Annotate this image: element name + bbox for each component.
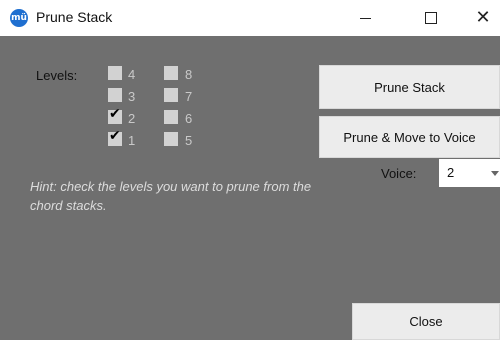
level-2-label: 2 xyxy=(128,111,136,126)
levels-label: Levels: xyxy=(36,68,78,83)
maximize-button[interactable] xyxy=(408,0,454,36)
close-icon: ✕ xyxy=(475,7,491,28)
level-1-checkbox[interactable]: ✔ xyxy=(108,128,122,146)
close-button[interactable]: Close xyxy=(352,303,500,340)
close-window-button[interactable]: ✕ xyxy=(460,0,500,36)
level-3-checkbox[interactable] xyxy=(108,88,122,102)
voice-selected-value: 2 xyxy=(447,165,455,180)
musescore-app-icon: mü xyxy=(10,9,28,27)
voice-label: Voice: xyxy=(381,166,417,181)
checkmark-icon: ✔ xyxy=(109,106,121,122)
voice-dropdown[interactable]: 2 xyxy=(439,159,500,187)
checkmark-icon: ✔ xyxy=(109,128,121,144)
level-1-label: 1 xyxy=(128,133,136,148)
level-8-checkbox[interactable] xyxy=(164,66,178,80)
level-7-label: 7 xyxy=(185,89,193,104)
prune-stack-button[interactable]: Prune Stack xyxy=(319,65,500,109)
level-7-checkbox[interactable] xyxy=(164,88,178,102)
minimize-icon xyxy=(359,17,371,19)
prune-stack-dialog: mü Prune Stack ✕ Levels: 4 3 ✔ 2 ✔ 1 8 7… xyxy=(0,0,500,340)
hint-text: Hint: check the levels you want to prune… xyxy=(30,179,312,213)
level-5-checkbox[interactable] xyxy=(164,132,178,146)
window-title: Prune Stack xyxy=(36,9,113,25)
level-6-checkbox[interactable] xyxy=(164,110,178,124)
level-2-checkbox[interactable]: ✔ xyxy=(108,106,122,124)
chevron-down-icon xyxy=(491,171,499,176)
minimize-button[interactable] xyxy=(342,0,388,36)
prune-move-to-voice-button[interactable]: Prune & Move to Voice xyxy=(319,116,500,158)
level-4-checkbox[interactable] xyxy=(108,66,122,80)
maximize-icon xyxy=(425,12,437,24)
level-6-label: 6 xyxy=(185,111,193,126)
title-bar: mü Prune Stack ✕ xyxy=(0,0,500,36)
level-4-label: 4 xyxy=(128,67,136,82)
level-3-label: 3 xyxy=(128,89,136,104)
level-5-label: 5 xyxy=(185,133,193,148)
level-8-label: 8 xyxy=(185,67,193,82)
